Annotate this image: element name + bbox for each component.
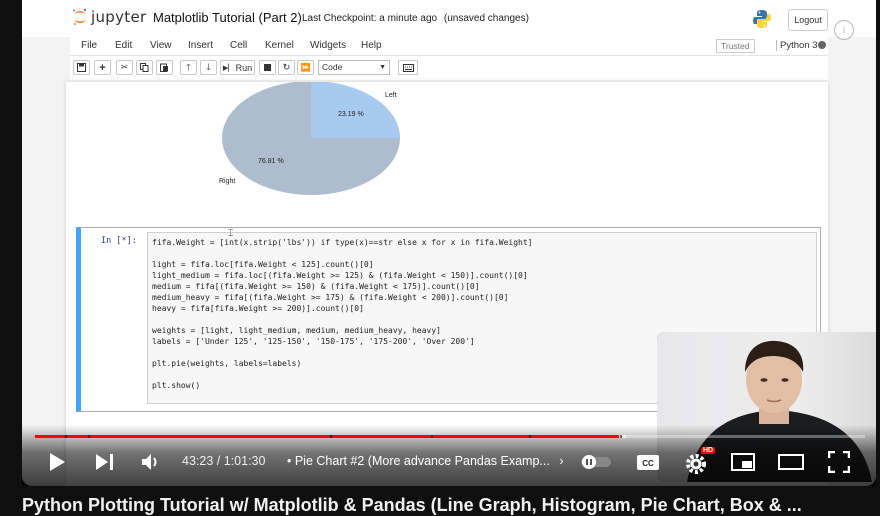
command-palette-button[interactable] — [398, 60, 418, 75]
pie-pct-label-right: 76.81 % — [258, 158, 284, 165]
chapter-marker — [431, 435, 433, 438]
captions-icon[interactable]: CC — [636, 454, 660, 471]
time-display: 43:23 / 1:01:30 — [182, 454, 265, 468]
chapter-marker — [620, 435, 622, 438]
next-video-icon[interactable] — [95, 453, 115, 471]
menu-kernel[interactable]: Kernel — [265, 40, 294, 51]
save-button[interactable] — [73, 60, 90, 75]
cell-prompt: In [*]: — [101, 236, 137, 246]
unsaved-indicator: (unsaved changes) — [443, 13, 529, 24]
scissors-icon: ✂ — [120, 62, 129, 72]
kernel-name[interactable]: Python 3 — [776, 40, 818, 51]
paste-icon — [160, 63, 168, 72]
theater-mode-icon[interactable] — [778, 453, 804, 471]
chapter-marker — [330, 435, 332, 438]
menu-insert[interactable]: Insert — [188, 40, 213, 51]
progress-played — [35, 435, 620, 438]
copy-icon — [140, 63, 149, 72]
restart-run-all-button[interactable]: ⏩ — [297, 60, 314, 75]
progress-bar[interactable] — [35, 435, 865, 438]
cell-type-value: Code — [322, 62, 343, 72]
current-time: 43:23 — [182, 454, 214, 468]
run-label: Run — [235, 62, 253, 73]
trusted-badge[interactable]: Trusted — [716, 39, 755, 53]
menu-cell[interactable]: Cell — [230, 40, 247, 51]
volume-icon[interactable] — [141, 453, 161, 471]
menu-file[interactable]: File — [81, 40, 97, 51]
move-up-button[interactable]: 🡑 — [180, 60, 197, 75]
paste-button[interactable] — [156, 60, 173, 75]
chapter-title[interactable]: • Pie Chart #2 (More advance Pandas Exam… — [287, 454, 564, 468]
pie-label-right: Right — [219, 178, 236, 185]
pie-chart-output — [222, 82, 400, 195]
checkpoint-status: Last Checkpoint: a minute ago (unsaved c… — [302, 13, 529, 24]
cell-type-select[interactable]: Code ▼ — [318, 60, 390, 75]
checkpoint-text: Last Checkpoint: a minute ago — [302, 13, 438, 24]
restart-button[interactable]: ↻ — [278, 60, 295, 75]
pie-slice-left — [311, 82, 400, 138]
chapter-marker — [529, 435, 531, 438]
miniplayer-icon[interactable] — [731, 453, 755, 471]
jupyter-logo-icon — [73, 8, 87, 25]
duration: 1:01:30 — [223, 454, 266, 468]
move-down-button[interactable]: 🡓 — [200, 60, 217, 75]
player-controls: 43:23 / 1:01:30 • Pie Chart #2 (More adv… — [22, 425, 876, 486]
menu-edit[interactable]: Edit — [115, 40, 132, 51]
notebook-title[interactable]: Matplotlib Tutorial (Part 2) — [153, 10, 302, 25]
autoplay-toggle[interactable] — [580, 454, 612, 470]
logout-button[interactable]: Logout — [788, 9, 828, 31]
keyboard-icon — [402, 63, 414, 72]
jupyter-logo[interactable]: jupyter — [72, 8, 146, 26]
run-button[interactable]: ▶▏ Run — [220, 60, 255, 75]
copy-button[interactable] — [136, 60, 153, 75]
menu-bar: File Edit View Insert Cell Kernel Widget… — [70, 37, 828, 56]
jupyter-header: jupyter Matplotlib Tutorial (Part 2) Las… — [22, 0, 876, 37]
pie-label-left: Left — [385, 92, 397, 99]
fast-forward-icon: ⏩ — [300, 63, 311, 72]
video-title[interactable]: Python Plotting Tutorial w/ Matplotlib &… — [22, 495, 802, 516]
pie-pct-label-left: 23.19 % — [338, 111, 364, 118]
interrupt-button[interactable] — [259, 60, 276, 75]
mouse-cursor-icon: ⌶ — [228, 228, 234, 238]
kernel-busy-indicator — [818, 41, 826, 49]
menu-view[interactable]: View — [150, 40, 172, 51]
restart-icon: ↻ — [282, 62, 291, 72]
svg-text:CC: CC — [642, 459, 654, 468]
play-icon[interactable] — [48, 452, 66, 472]
menu-help[interactable]: Help — [361, 40, 382, 51]
hd-badge: HD — [701, 447, 716, 454]
code-text[interactable]: fifa.Weight = [int(x.strip('lbs')) if ty… — [152, 237, 533, 391]
plus-icon: + — [99, 61, 106, 74]
fullscreen-icon[interactable] — [828, 451, 850, 473]
dropdown-arrow-icon: ▼ — [379, 64, 386, 71]
arrow-up-icon: 🡑 — [186, 61, 191, 72]
menu-widgets[interactable]: Widgets — [310, 40, 346, 51]
python-logo-icon — [753, 10, 771, 28]
settings-gear-icon[interactable] — [684, 451, 708, 475]
chapter-marker — [88, 435, 90, 438]
jupyter-logo-text: jupyter — [91, 8, 147, 26]
chapter-text: • Pie Chart #2 (More advance Pandas Exam… — [287, 454, 550, 468]
chapter-marker — [65, 435, 67, 438]
arrow-down-icon: 🡓 — [206, 61, 211, 72]
cut-button[interactable]: ✂ — [116, 60, 133, 75]
save-icon — [77, 63, 86, 72]
step-forward-icon: ▶▏ — [222, 64, 234, 72]
chevron-right-icon: › — [559, 454, 564, 468]
insert-cell-button[interactable]: + — [94, 60, 111, 75]
stop-icon — [264, 64, 271, 71]
info-icon[interactable]: i — [834, 20, 854, 40]
video-frame[interactable]: jupyter Matplotlib Tutorial (Part 2) Las… — [22, 0, 876, 486]
notebook-toolbar: + ✂ 🡑 🡓 ▶▏ Run ↻ ⏩ Code ▼ — [70, 56, 828, 80]
time-separator: / — [216, 454, 221, 468]
